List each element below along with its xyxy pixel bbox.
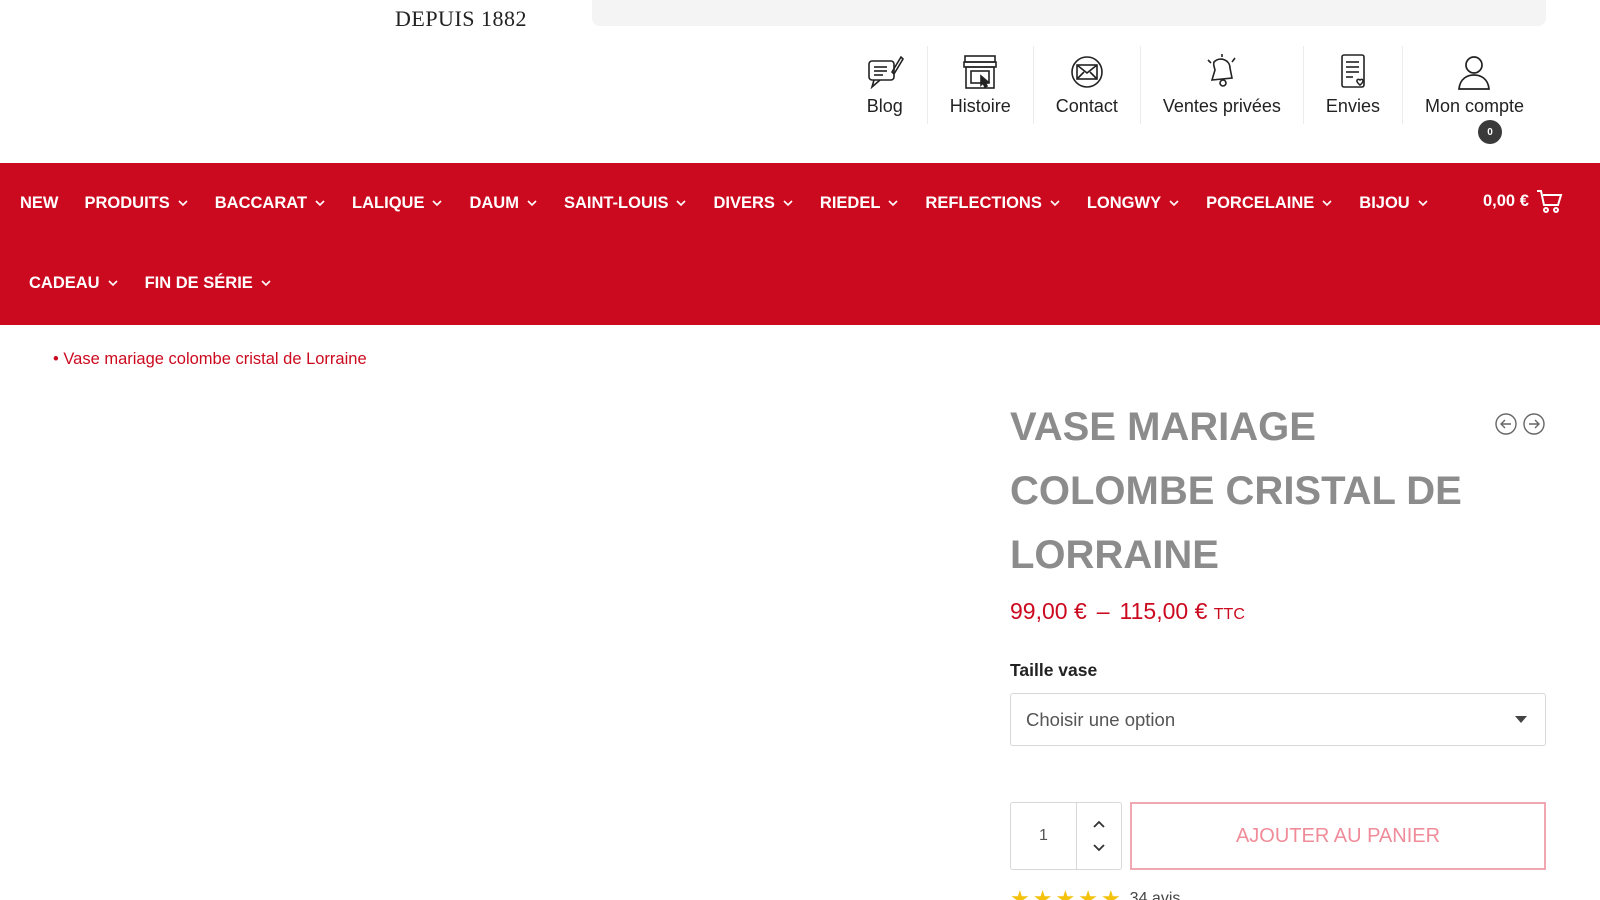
mail-icon bbox=[1071, 56, 1103, 88]
logo-tagline: DEPUIS 1882 bbox=[395, 6, 528, 31]
chevron-down-icon bbox=[1050, 200, 1060, 207]
variation-select[interactable]: Choisir une option bbox=[1010, 693, 1546, 746]
chevron-down-icon bbox=[1169, 200, 1179, 207]
nav-item-saint-louis[interactable]: SAINT-LOUIS bbox=[564, 194, 688, 213]
top-link-label: Mon compte bbox=[1424, 96, 1524, 116]
product-rating[interactable]: ★ ★ ★ ★ ★ 34 avis bbox=[1010, 888, 1180, 900]
nav-row-2: CADEAU FIN DE SÉRIE bbox=[29, 243, 298, 323]
nav-item-reflections[interactable]: REFLECTIONS bbox=[925, 194, 1060, 213]
star-icon: ★ bbox=[1010, 886, 1030, 900]
star-icon: ★ bbox=[1055, 886, 1076, 900]
breadcrumb[interactable]: • Vase mariage colombe cristal de Lorrai… bbox=[53, 350, 367, 369]
caret-down-icon bbox=[1515, 716, 1527, 723]
chevron-down-icon[interactable] bbox=[1092, 841, 1106, 855]
star-icon: ★ bbox=[1100, 886, 1121, 900]
wishlist-icon bbox=[1341, 54, 1365, 88]
product-price: 99,00 € –115,00 € TTC bbox=[1010, 598, 1245, 625]
chevron-down-icon bbox=[676, 200, 687, 207]
chevron-down-icon bbox=[1322, 200, 1332, 207]
chevron-down-icon bbox=[432, 200, 443, 207]
cart-icon bbox=[1536, 190, 1563, 213]
search-bar[interactable] bbox=[592, 0, 1546, 26]
quantity-input[interactable] bbox=[1011, 803, 1077, 869]
variation-label: Taille vase bbox=[1010, 660, 1098, 680]
nav-item-daum[interactable]: DAUM bbox=[469, 194, 538, 213]
chevron-down-icon bbox=[1418, 200, 1428, 207]
top-link-label: Envies bbox=[1325, 96, 1380, 116]
nav-item-lalique[interactable]: LALIQUE bbox=[352, 194, 443, 213]
nav-item-cadeau[interactable]: CADEAU bbox=[29, 274, 119, 293]
reviews-count: 34 avis bbox=[1129, 890, 1181, 900]
variation-selected-value: Choisir une option bbox=[1026, 708, 1176, 730]
nav-item-divers[interactable]: DIVERS bbox=[713, 194, 793, 213]
nav-item-produits[interactable]: PRODUITS bbox=[85, 194, 189, 213]
add-to-cart-button[interactable]: AJOUTER AU PANIER bbox=[1130, 802, 1546, 870]
top-link-contact[interactable]: Contact bbox=[1032, 46, 1140, 124]
top-link-label: Contact bbox=[1055, 96, 1118, 116]
chevron-up-icon[interactable] bbox=[1092, 817, 1106, 831]
next-product-icon[interactable] bbox=[1522, 412, 1546, 436]
chevron-down-icon bbox=[527, 200, 537, 207]
top-link-mon-compte[interactable]: Mon compte bbox=[1401, 46, 1546, 124]
quantity-stepper bbox=[1010, 802, 1122, 870]
nav-item-fin-de-serie[interactable]: FIN DE SÉRIE bbox=[145, 274, 272, 293]
blog-icon bbox=[867, 55, 904, 90]
top-link-label: Blog bbox=[866, 96, 903, 116]
chevron-down-icon bbox=[783, 200, 793, 207]
top-link-blog[interactable]: Blog bbox=[843, 46, 927, 124]
price-min: 99,00 € bbox=[1010, 598, 1087, 624]
chevron-down-icon bbox=[315, 200, 325, 207]
top-link-label: Ventes privées bbox=[1162, 96, 1281, 116]
top-links: Blog Histoire Contact Ventes privées Env… bbox=[843, 46, 1546, 124]
product-title: Vase mariage colombe cristal de Lorraine bbox=[1010, 405, 1462, 577]
nav-row-1: NEW PRODUITS BACCARAT LALIQUE DAUM SAINT… bbox=[20, 163, 1455, 243]
quantity-steps bbox=[1077, 803, 1121, 869]
previous-product-icon[interactable] bbox=[1494, 412, 1518, 436]
chevron-down-icon bbox=[108, 280, 118, 287]
top-link-ventes-privees[interactable]: Ventes privées bbox=[1139, 46, 1303, 124]
cart-button[interactable]: 0,00 € bbox=[1483, 187, 1563, 215]
chevron-down-icon bbox=[261, 280, 271, 287]
top-link-label: Histoire bbox=[949, 96, 1011, 116]
cart-total: 0,00 € bbox=[1483, 191, 1529, 210]
nav-item-new[interactable]: NEW bbox=[20, 194, 59, 213]
top-link-histoire[interactable]: Histoire bbox=[926, 46, 1033, 124]
price-suffix: TTC bbox=[1213, 606, 1245, 623]
star-icon: ★ bbox=[1078, 886, 1098, 900]
chevron-down-icon bbox=[888, 200, 898, 207]
shop-icon bbox=[963, 55, 998, 89]
price-max: 115,00 € bbox=[1119, 598, 1208, 624]
product-nav bbox=[1494, 412, 1546, 436]
price-separator: – bbox=[1096, 598, 1110, 624]
nav-item-longwy[interactable]: LONGWY bbox=[1087, 194, 1180, 213]
cart-count-badge: 0 bbox=[1478, 120, 1502, 144]
top-link-envies[interactable]: Envies bbox=[1302, 46, 1402, 124]
nav-item-riedel[interactable]: RIEDEL bbox=[820, 194, 900, 213]
bell-icon bbox=[1207, 54, 1236, 87]
chevron-down-icon bbox=[178, 200, 188, 207]
star-icon: ★ bbox=[1032, 886, 1053, 900]
nav-item-bijou[interactable]: BIJOU bbox=[1359, 194, 1428, 213]
user-icon bbox=[1458, 56, 1491, 90]
nav-item-porcelaine[interactable]: PORCELAINE bbox=[1206, 194, 1333, 213]
nav-item-baccarat[interactable]: BACCARAT bbox=[215, 194, 326, 213]
main-nav: NEW PRODUITS BACCARAT LALIQUE DAUM SAINT… bbox=[0, 163, 1600, 325]
